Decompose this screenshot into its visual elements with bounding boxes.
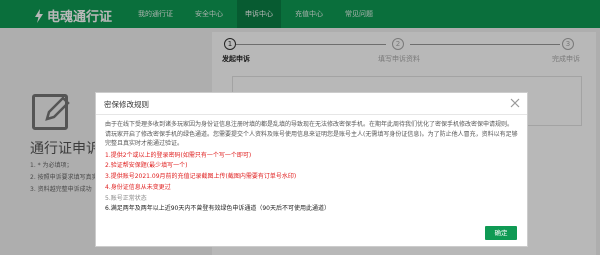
modal-body: 由于在线下受理多收到诸多玩家因为身份证信息注册时填的都是乱填的导致现在无法修改密… (96, 115, 527, 215)
confirm-button[interactable]: 确定 (485, 226, 517, 240)
modal-intro: 由于在线下受理多收到诸多玩家因为身份证信息注册时填的都是乱填的导致现在无法修改密… (105, 121, 518, 147)
rule-item: 3.提供账号2021.09月前的充值记录截图上传(截图内需要有订单号水印) (105, 173, 297, 181)
rule-item: 4.身份证信息从未变更过 (105, 183, 171, 191)
rule-item: 5.账号正常状态 (105, 194, 147, 202)
modal-header: 密保修改规则 (96, 93, 527, 115)
modal-footer: 确定 (96, 220, 527, 246)
rule-item: 2.验证帮安保题(最少填写一个) (105, 162, 188, 170)
rule-item: 1.提供2个或以上的登录密码(如需只有一个写一个即可) (105, 151, 252, 159)
rule-item: 6.满足两年及两年以上近90天内不曾登有效绿色申诉通道（90天后不可使用此通道） (105, 205, 330, 213)
rules-modal: 密保修改规则 由于在线下受理多收到诸多玩家因为身份证信息注册时填的都是乱填的导致… (95, 92, 528, 247)
modal-title: 密保修改规则 (104, 100, 149, 109)
close-icon[interactable] (509, 97, 521, 109)
